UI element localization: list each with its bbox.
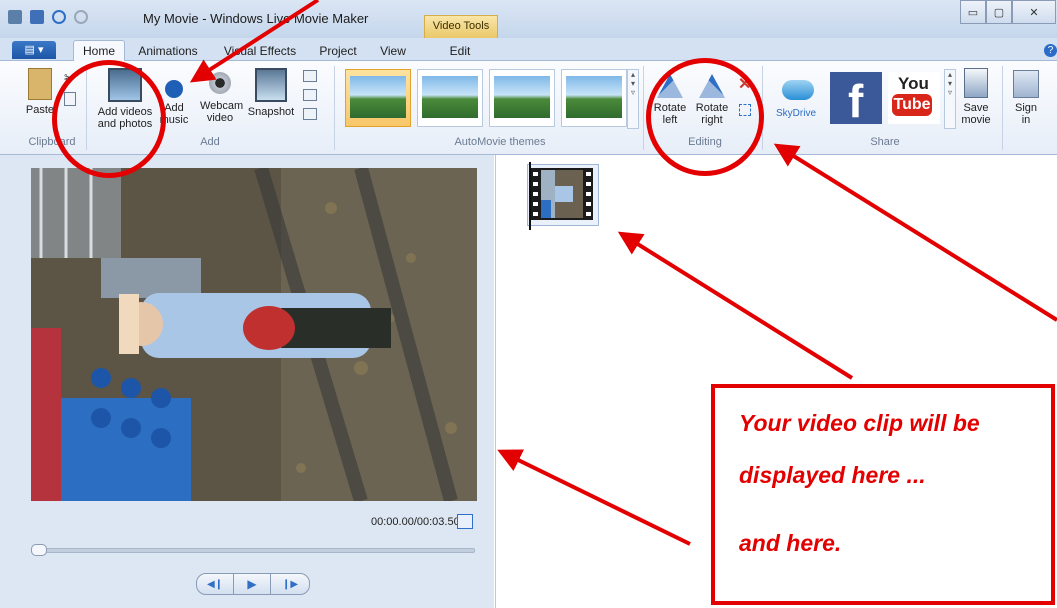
minimize-icon: ▭ — [967, 6, 979, 19]
quick-access-toolbar — [8, 10, 88, 24]
play-button[interactable]: ▶ — [233, 573, 271, 595]
caption-icon[interactable] — [303, 89, 317, 101]
theme-option[interactable] — [489, 69, 555, 127]
theme-thumbnail — [566, 76, 622, 118]
user-icon — [1013, 70, 1039, 98]
video-preview[interactable] — [31, 168, 477, 501]
play-icon: ▶ — [247, 577, 257, 591]
application-menu-button[interactable]: ▤ ▾ — [12, 41, 56, 59]
annotation-line-3: and here. — [739, 530, 842, 556]
tab-view[interactable]: View — [373, 41, 413, 61]
highlight-circle-add — [52, 60, 166, 178]
app-menu-icon[interactable] — [8, 10, 22, 24]
playhead[interactable] — [529, 162, 531, 230]
themes-group-label: AutoMovie themes — [454, 136, 546, 148]
share-group-label: Share — [870, 136, 900, 148]
gallery-scroll[interactable]: ▴ ▾ ▿ — [627, 69, 639, 129]
snapshot-icon — [255, 68, 287, 102]
snapshot-button[interactable]: Snapshot — [246, 66, 296, 118]
paste-button[interactable]: Paste — [24, 66, 56, 116]
theme-option[interactable] — [561, 69, 627, 127]
video-tools-label: Video Tools — [424, 15, 498, 38]
webcam-video-button[interactable]: Webcam video — [200, 66, 243, 124]
help-icon[interactable]: ? — [1044, 44, 1057, 57]
separator — [334, 66, 335, 150]
save-movie-button[interactable]: Save movie — [956, 66, 996, 126]
clipboard-icon — [28, 68, 52, 100]
maximize-icon: ▢ — [993, 6, 1005, 19]
tab-project[interactable]: Project — [313, 41, 363, 61]
menu-icon: ▤ ▾ — [24, 44, 44, 56]
minimize-button[interactable]: ▭ — [960, 0, 986, 24]
previous-frame-icon: ◀❙ — [206, 578, 224, 590]
credits-icon[interactable] — [303, 108, 317, 120]
timecode: 00:00.00/00:03.50 — [371, 516, 460, 528]
save-icon[interactable] — [30, 10, 44, 24]
undo-icon[interactable] — [52, 10, 66, 24]
close-icon: ✕ — [1029, 6, 1039, 19]
clip-filmstrip — [531, 168, 593, 220]
separator — [643, 66, 644, 150]
maximize-button[interactable]: ▢ — [986, 0, 1012, 24]
close-button[interactable]: ✕ — [1012, 0, 1056, 24]
music-note-icon — [165, 80, 183, 98]
webcam-icon — [209, 72, 231, 94]
cloud-icon — [782, 80, 814, 100]
save-movie-icon — [964, 68, 988, 98]
theme-option[interactable] — [345, 69, 411, 127]
seek-thumb[interactable] — [31, 544, 47, 556]
facebook-icon: f — [848, 75, 864, 127]
annotation-line-1: Your video clip will be — [739, 410, 980, 436]
facebook-button[interactable]: f — [830, 72, 882, 127]
theme-thumbnail — [422, 76, 478, 118]
title-icon[interactable] — [303, 70, 317, 82]
share-gallery-scroll[interactable]: ▴ ▾ ▿ — [944, 69, 956, 129]
seek-bar[interactable] — [31, 548, 475, 553]
sign-in-button[interactable]: Sign in — [1008, 66, 1044, 126]
youtube-icon: You — [898, 74, 929, 93]
next-frame-button[interactable]: ❙▶ — [270, 573, 310, 595]
window-title: My Movie - Windows Live Movie Maker — [143, 11, 369, 26]
annotation-line-2: displayed here ... — [739, 462, 926, 488]
highlight-circle-editing — [646, 58, 764, 176]
skydrive-button[interactable]: SkyDrive — [772, 72, 824, 124]
previous-frame-button[interactable]: ◀❙ — [196, 573, 234, 595]
theme-thumbnail — [350, 76, 406, 118]
youtube-button[interactable]: You Tube — [888, 72, 940, 124]
separator — [1002, 66, 1003, 150]
theme-option[interactable] — [417, 69, 483, 127]
video-clip-thumbnail[interactable] — [531, 168, 593, 220]
tab-animations[interactable]: Animations — [132, 41, 204, 61]
next-frame-icon: ❙▶ — [281, 578, 299, 590]
annotation-callout: Your video clip will be displayed here .… — [711, 384, 1055, 605]
theme-thumbnail — [494, 76, 550, 118]
popout-icon[interactable] — [457, 514, 473, 529]
tab-visual-effects[interactable]: Visual Effects — [220, 41, 300, 61]
add-group-label: Add — [200, 136, 220, 148]
video-frame — [31, 168, 477, 501]
redo-icon[interactable] — [74, 10, 88, 24]
tab-edit[interactable]: Edit — [438, 41, 482, 61]
tab-home[interactable]: Home — [73, 40, 125, 62]
